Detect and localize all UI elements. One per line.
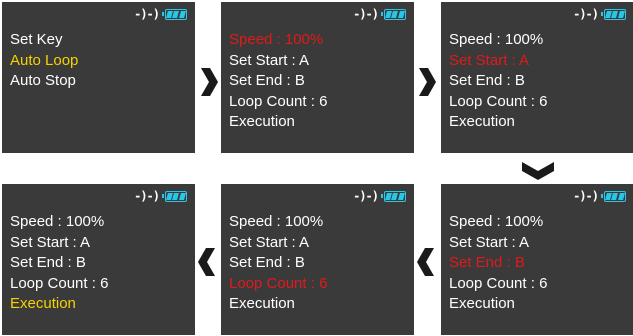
menu-item-set-start[interactable]: Set Start : A [229, 233, 327, 254]
chevron-left-icon [417, 248, 434, 276]
menu-item-set-end[interactable]: Set End : B [10, 253, 108, 274]
menu-item-loop-count[interactable]: Loop Count : 6 [229, 92, 327, 113]
menu-list: Set Key Auto Loop Auto Stop [10, 30, 78, 92]
menu-item-set-end[interactable]: Set End : B [229, 71, 327, 92]
loop-indicator-icon: -)-) [134, 7, 160, 21]
status-bar: -)-) [573, 8, 626, 20]
chevron-left-icon [198, 248, 215, 276]
menu-item-set-start[interactable]: Set Start : A [10, 233, 108, 254]
menu-item-execution[interactable]: Execution [449, 294, 547, 315]
chevron-right-icon [201, 68, 218, 96]
battery-icon [381, 190, 406, 202]
menu-item-speed[interactable]: Speed : 100% [449, 212, 547, 233]
menu-item-loop-count[interactable]: Loop Count : 6 [229, 274, 327, 295]
menu-item-set-end[interactable]: Set End : B [449, 71, 547, 92]
status-bar: -)-) [134, 190, 187, 202]
menu-list: Speed : 100% Set Start : A Set End : B L… [10, 212, 108, 315]
menu-item-set-start[interactable]: Set Start : A [449, 51, 547, 72]
loop-indicator-icon: -)-) [573, 189, 599, 203]
menu-item-execution[interactable]: Execution [229, 112, 327, 133]
menu-item-speed[interactable]: Speed : 100% [229, 30, 327, 51]
battery-icon [162, 190, 187, 202]
menu-list: Speed : 100% Set Start : A Set End : B L… [229, 212, 327, 315]
menu-item-set-end[interactable]: Set End : B [229, 253, 327, 274]
status-bar: -)-) [134, 8, 187, 20]
menu-item-set-start[interactable]: Set Start : A [229, 51, 327, 72]
menu-item-loop-count[interactable]: Loop Count : 6 [449, 92, 547, 113]
status-bar: -)-) [353, 190, 406, 202]
battery-icon [381, 8, 406, 20]
menu-list: Speed : 100% Set Start : A Set End : B L… [449, 30, 547, 133]
loop-indicator-icon: -)-) [353, 7, 379, 21]
loop-indicator-icon: -)-) [134, 189, 160, 203]
menu-item-speed[interactable]: Speed : 100% [10, 212, 108, 233]
loop-indicator-icon: -)-) [573, 7, 599, 21]
menu-item-execution[interactable]: Execution [10, 294, 108, 315]
menu-item-speed[interactable]: Speed : 100% [229, 212, 327, 233]
menu-item-set-key[interactable]: Set Key [10, 30, 78, 51]
menu-item-loop-count[interactable]: Loop Count : 6 [10, 274, 108, 295]
menu-item-auto-loop[interactable]: Auto Loop [10, 51, 78, 72]
menu-list: Speed : 100% Set Start : A Set End : B L… [229, 30, 327, 133]
battery-icon [162, 8, 187, 20]
menu-item-set-end[interactable]: Set End : B [449, 253, 547, 274]
loop-indicator-icon: -)-) [353, 189, 379, 203]
battery-icon [601, 8, 626, 20]
screen-auto-loop-count: -)-) Speed : 100% Set Start : A Set End … [221, 184, 414, 335]
screen-auto-loop-start: -)-) Speed : 100% Set Start : A Set End … [441, 2, 633, 153]
menu-list: Speed : 100% Set Start : A Set End : B L… [449, 212, 547, 315]
menu-item-execution[interactable]: Execution [229, 294, 327, 315]
battery-icon [601, 190, 626, 202]
chevron-down-icon [522, 162, 554, 180]
status-bar: -)-) [353, 8, 406, 20]
status-bar: -)-) [573, 190, 626, 202]
menu-item-set-start[interactable]: Set Start : A [449, 233, 547, 254]
menu-item-loop-count[interactable]: Loop Count : 6 [449, 274, 547, 295]
screen-auto-loop-execution: -)-) Speed : 100% Set Start : A Set End … [2, 184, 195, 335]
menu-item-execution[interactable]: Execution [449, 112, 547, 133]
menu-item-speed[interactable]: Speed : 100% [449, 30, 547, 51]
menu-item-auto-stop[interactable]: Auto Stop [10, 71, 78, 92]
chevron-right-icon [419, 68, 436, 96]
screen-auto-loop-end: -)-) Speed : 100% Set Start : A Set End … [441, 184, 633, 335]
screen-main-menu: -)-) Set Key Auto Loop Auto Stop [2, 2, 195, 153]
screen-auto-loop-speed: -)-) Speed : 100% Set Start : A Set End … [221, 2, 414, 153]
